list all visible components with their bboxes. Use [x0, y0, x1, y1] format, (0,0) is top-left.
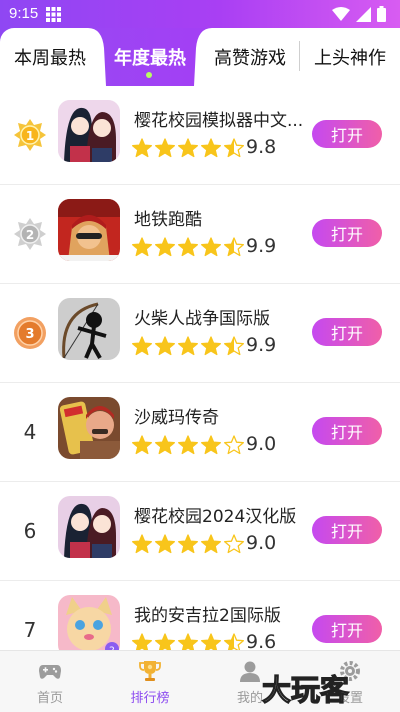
- wifi-icon: [332, 6, 350, 21]
- star-full-icon: [201, 534, 221, 554]
- tab-weekly-hot[interactable]: 本周最热: [0, 28, 100, 86]
- app-score: 9.8: [246, 136, 277, 158]
- star-rating: [132, 138, 244, 158]
- list-item[interactable]: 4 沙威玛传奇 9.0 打开: [0, 383, 400, 482]
- star-full-icon: [132, 534, 152, 554]
- open-button[interactable]: 打开: [312, 120, 382, 148]
- status-bar: 9:15: [0, 0, 400, 28]
- category-tabs: 本周最热 年度最热 高赞游戏 上头神作: [0, 28, 400, 86]
- star-half-icon: [224, 336, 244, 356]
- open-button[interactable]: 打开: [312, 417, 382, 445]
- signal-icon: [356, 6, 371, 22]
- active-tab-indicator: [146, 72, 152, 78]
- app-score: 9.9: [246, 334, 277, 356]
- rank-badge: 3: [10, 284, 50, 382]
- rank-number: 6: [23, 519, 37, 543]
- list-item[interactable]: 6 樱花校园2024汉化版 9.0 打开: [0, 482, 400, 581]
- status-time: 9:15: [9, 5, 39, 22]
- star-full-icon: [178, 336, 198, 356]
- open-button[interactable]: 打开: [312, 219, 382, 247]
- app-name: 沙威玛传奇: [134, 408, 219, 428]
- battery-icon: [377, 6, 386, 22]
- star-full-icon: [132, 435, 152, 455]
- rank-badge: 2: [10, 185, 50, 283]
- nav-label: 首页: [36, 691, 63, 706]
- star-full-icon: [132, 138, 152, 158]
- star-full-icon: [132, 336, 152, 356]
- stick-war-icon: [58, 298, 120, 360]
- svg-text:大玩客: 大玩客: [262, 673, 350, 706]
- shawarma-icon: [58, 397, 120, 459]
- star-full-icon: [155, 237, 175, 257]
- watermark-logo: 大玩客: [261, 672, 350, 706]
- svg-text:3: 3: [25, 327, 34, 342]
- app-name: 火柴人战争国际版: [134, 309, 270, 329]
- app-name: 樱花校园2024汉化版: [134, 507, 297, 527]
- open-button[interactable]: 打开: [312, 318, 382, 346]
- star-full-icon: [155, 435, 175, 455]
- star-rating: [132, 534, 244, 554]
- sakura-school-icon: [58, 100, 120, 162]
- trophy-icon: [139, 661, 161, 681]
- open-button[interactable]: 打开: [312, 516, 382, 544]
- keyboard-grid-icon: [46, 7, 61, 22]
- star-empty-icon: [224, 435, 244, 455]
- app-score: 9.0: [246, 433, 277, 455]
- nav-label: 排行榜: [130, 691, 170, 706]
- star-full-icon: [178, 435, 198, 455]
- gold-medal-icon: 1: [14, 119, 46, 151]
- svg-text:2: 2: [26, 228, 34, 242]
- star-full-icon: [178, 237, 198, 257]
- list-item[interactable]: 1 樱花校园模拟器中文... 9.8 打开: [0, 86, 400, 185]
- nav-home[interactable]: 首页: [0, 651, 100, 712]
- tab-divider: [299, 41, 300, 71]
- app-score: 9.9: [246, 235, 277, 257]
- svg-text:1: 1: [26, 129, 34, 143]
- tab-top-rated[interactable]: 高赞游戏: [200, 28, 300, 86]
- star-full-icon: [132, 237, 152, 257]
- star-half-icon: [224, 237, 244, 257]
- sakura-school-icon: [58, 496, 120, 558]
- list-item[interactable]: 3 火柴人战争国际版 9.9 打开: [0, 284, 400, 383]
- list-item[interactable]: 2 地铁跑酷 9.9 打开: [0, 185, 400, 284]
- subway-surfers-icon: [58, 199, 120, 261]
- open-button[interactable]: 打开: [312, 615, 382, 643]
- app-name: 我的安吉拉2国际版: [134, 606, 281, 626]
- star-full-icon: [155, 138, 175, 158]
- star-full-icon: [155, 336, 175, 356]
- star-rating: [132, 435, 244, 455]
- bronze-medal-icon: 3: [14, 317, 46, 349]
- star-rating: [132, 237, 244, 257]
- star-rating: [132, 336, 244, 356]
- nav-ranking[interactable]: 排行榜: [100, 651, 200, 712]
- rank-number: 4: [23, 420, 37, 444]
- app-score: 9.0: [246, 532, 277, 554]
- star-full-icon: [178, 138, 198, 158]
- star-half-icon: [224, 138, 244, 158]
- talking-angela-icon: 2: [58, 595, 120, 657]
- star-full-icon: [201, 336, 221, 356]
- gamepad-icon: [39, 665, 61, 679]
- star-empty-icon: [224, 534, 244, 554]
- star-full-icon: [201, 237, 221, 257]
- rank-badge: 1: [10, 86, 50, 184]
- app-name: 樱花校园模拟器中文...: [134, 111, 304, 131]
- star-full-icon: [201, 435, 221, 455]
- app-name: 地铁跑酷: [134, 210, 202, 230]
- star-full-icon: [201, 138, 221, 158]
- tab-addictive[interactable]: 上头神作: [300, 28, 400, 86]
- star-full-icon: [178, 534, 198, 554]
- star-full-icon: [155, 534, 175, 554]
- silver-medal-icon: 2: [14, 218, 46, 250]
